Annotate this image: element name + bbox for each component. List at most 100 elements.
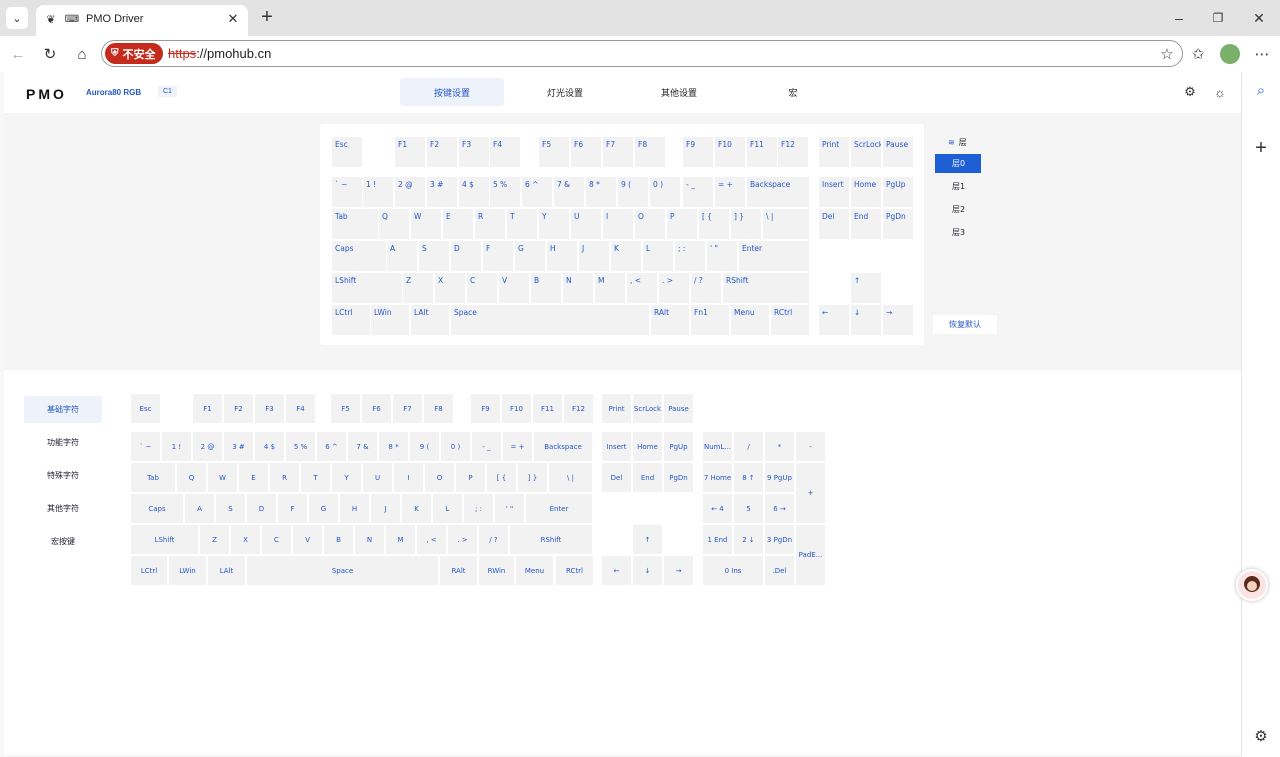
settings-gear-icon[interactable]: ⚙ [1251,726,1271,746]
key-k[interactable]: K [611,241,641,271]
basic-key-f8[interactable]: F8 [424,394,453,423]
key-p[interactable]: P [667,209,697,239]
window-close-icon[interactable]: ✕ [1248,8,1270,28]
basic-key-menu[interactable]: Menu [516,556,553,585]
add-icon[interactable]: + [1251,137,1271,159]
basic-key-u[interactable]: U [363,463,392,492]
basic-key-sym[interactable]: ] } [518,463,547,492]
key-t[interactable]: T [507,209,537,239]
key-sym[interactable]: ` ~ [332,177,362,207]
key-l[interactable]: L [643,241,673,271]
basic-key-sym[interactable]: - _ [472,432,501,461]
key-b[interactable]: B [531,273,561,303]
basic-key-sym[interactable]: = + [503,432,532,461]
key-insert[interactable]: Insert [819,177,849,207]
key-lalt[interactable]: LAlt [411,305,449,335]
basic-key-2[interactable]: 2 @ [193,432,222,461]
basic-key-f12[interactable]: F12 [564,394,593,423]
key-f8[interactable]: F8 [635,137,665,167]
basic-key-q[interactable]: Q [177,463,206,492]
tab-4[interactable]: 宏 [741,78,845,106]
basic-key-sym[interactable]: → [664,556,693,585]
key-lwin[interactable]: LWin [371,305,409,335]
key-rctrl[interactable]: RCtrl [771,305,809,335]
basic-key-f1[interactable]: F1 [193,394,222,423]
basic-key-f2[interactable]: F2 [224,394,253,423]
basic-key-3-pgdn[interactable]: 3 PgDn [765,525,794,554]
key-a[interactable]: A [387,241,417,271]
basic-key-f[interactable]: F [278,494,307,523]
basic-key-f9[interactable]: F9 [471,394,500,423]
basic-key-g[interactable]: G [309,494,338,523]
key-h[interactable]: H [547,241,577,271]
basic-key-3[interactable]: 3 # [224,432,253,461]
key-sym[interactable]: ' " [707,241,737,271]
key-f6[interactable]: F6 [571,137,601,167]
key-0[interactable]: 0 ) [650,177,680,207]
basic-key-o[interactable]: O [425,463,454,492]
key-fn1[interactable]: Fn1 [691,305,729,335]
basic-key-d[interactable]: D [247,494,276,523]
basic-key-sym[interactable]: ; : [464,494,493,523]
key-7[interactable]: 7 & [554,177,584,207]
basic-key-sym[interactable]: * [765,432,794,461]
basic-key-1-end[interactable]: 1 End [703,525,732,554]
search-icon[interactable]: ⌕ [1251,80,1271,100]
key-f9[interactable]: F9 [683,137,713,167]
basic-key-s[interactable]: S [216,494,245,523]
basic-key-pause[interactable]: Pause [664,394,693,423]
basic-key-8[interactable]: 8 ↑ [734,463,763,492]
basic-key-h[interactable]: H [340,494,369,523]
tab-list-chevron-icon[interactable]: ⌄ [6,7,28,29]
key-2[interactable]: 2 @ [395,177,425,207]
key-8[interactable]: 8 * [586,177,616,207]
basic-key-8[interactable]: 8 * [379,432,408,461]
profile-avatar[interactable] [1220,44,1240,64]
security-warning[interactable]: ⛨ 不安全 [105,43,163,64]
key-o[interactable]: O [635,209,665,239]
basic-key-sym[interactable]: / ? [479,525,508,554]
basic-key-l[interactable]: L [433,494,462,523]
basic-key-caps[interactable]: Caps [131,494,183,523]
key-esc[interactable]: Esc [332,137,362,167]
basic-key-lwin[interactable]: LWin [169,556,206,585]
key-y[interactable]: Y [539,209,569,239]
key-lshift[interactable]: LShift [332,273,402,303]
basic-key-0-ins[interactable]: 0 Ins [703,556,763,585]
close-tab-icon[interactable]: ✕ [224,10,242,28]
basic-key-2[interactable]: 2 ↓ [734,525,763,554]
basic-key-end[interactable]: End [633,463,662,492]
tab-2[interactable]: 灯光设置 [513,78,617,106]
basic-key-del[interactable]: Del [602,463,631,492]
reload-icon[interactable]: ↻ [40,44,60,64]
basic-key-f11[interactable]: F11 [533,394,562,423]
basic-key-lshift[interactable]: LShift [131,525,198,554]
key-4[interactable]: 4 $ [459,177,489,207]
basic-key-6[interactable]: 6 → [765,494,794,523]
tab-3[interactable]: 其他设置 [627,78,731,106]
basic-key-sym[interactable]: \ | [549,463,592,492]
basic-key-sym[interactable]: , < [417,525,446,554]
key-pgdn[interactable]: PgDn [883,209,913,239]
basic-key-lctrl[interactable]: LCtrl [131,556,167,585]
layer-2-button[interactable]: 层2 [935,200,981,219]
key-u[interactable]: U [571,209,601,239]
key-z[interactable]: Z [403,273,433,303]
key-f10[interactable]: F10 [715,137,745,167]
basic-key-f7[interactable]: F7 [393,394,422,423]
key-enter[interactable]: Enter [739,241,809,271]
basic-key-7-home[interactable]: 7 Home [703,463,732,492]
key-c[interactable]: C [467,273,497,303]
basic-key-b[interactable]: B [324,525,353,554]
tab-1[interactable]: 按键设置 [400,78,504,106]
basic-key-scrlock[interactable]: ScrLock [633,394,662,423]
gear-icon[interactable]: ⚙ [1182,84,1198,100]
key-menu[interactable]: Menu [731,305,769,335]
key-rshift[interactable]: RShift [723,273,809,303]
basic-key-z[interactable]: Z [200,525,229,554]
basic-key-rctrl[interactable]: RCtrl [556,556,593,585]
key-f1[interactable]: F1 [395,137,425,167]
basic-key-sym[interactable]: . > [448,525,477,554]
key-sym[interactable]: = + [715,177,745,207]
category-1[interactable]: 基础字符 [24,396,102,423]
